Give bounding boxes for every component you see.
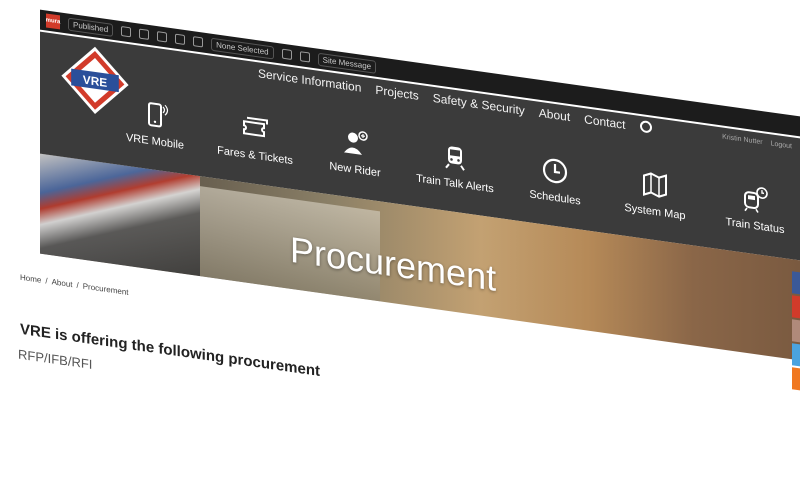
nav-about[interactable]: About [539,106,570,124]
menu-label: New Rider [329,160,381,180]
logout-link[interactable]: Logout [771,140,792,150]
menu-schedules[interactable]: Schedules [510,150,600,211]
hero-train-image [40,153,200,277]
menu-system-map[interactable]: System Map [610,164,700,225]
breadcrumb-about[interactable]: About [52,277,73,289]
nav-contact[interactable]: Contact [584,112,625,132]
content-subheading: RFP/IFB/RFI [18,346,93,372]
menu-train-status[interactable]: Train Status [710,178,800,239]
layout-icon[interactable] [157,31,168,43]
user-area: Kristin Nutter Logout [722,133,792,150]
email-icon[interactable] [792,319,800,343]
selection-dropdown[interactable]: None Selected [211,37,274,59]
search-icon[interactable] [639,119,652,134]
clear-icon[interactable] [299,51,310,63]
breadcrumb: Home / About / Procurement [20,273,129,297]
google-plus-icon[interactable] [792,295,800,319]
site-message-label: Site Message [322,54,372,71]
site-message-button[interactable]: Site Message [317,52,377,74]
facebook-icon[interactable] [792,271,800,295]
settings-icon[interactable] [193,36,204,48]
phone-icon [148,102,169,128]
tickets-icon [243,116,268,138]
menu-label: Train Talk Alerts [416,172,494,196]
clock-icon [542,158,568,184]
add-icon[interactable] [139,28,150,40]
menu-fares-tickets[interactable]: Fares & Tickets [210,108,300,169]
map-icon [643,172,667,198]
rss-icon[interactable] [792,367,800,391]
new-rider-icon [344,131,368,155]
twitter-icon[interactable] [792,343,800,367]
menu-label: VRE Mobile [125,131,185,152]
mobile-preview-icon[interactable] [175,33,186,46]
menu-vre-mobile[interactable]: VRE Mobile [110,93,200,154]
menu-label: Train Status [725,215,785,237]
breadcrumb-current: Procurement [82,281,129,298]
nav-projects[interactable]: Projects [375,83,418,103]
publish-status-label: Published [73,19,109,34]
selection-label: None Selected [216,39,269,57]
cms-logo-icon[interactable]: mura [46,13,60,30]
menu-new-rider[interactable]: New Rider [310,122,400,183]
menu-label: Schedules [529,188,581,208]
breadcrumb-home[interactable]: Home [20,273,41,285]
edit-icon[interactable] [121,26,132,38]
train-alert-icon [445,146,465,171]
content-heading: VRE is offering the following procuremen… [20,320,321,380]
breadcrumb-separator: / [76,280,79,291]
breadcrumb-separator: / [45,276,48,286]
menu-train-talk-alerts[interactable]: Train Talk Alerts [410,136,500,197]
menu-label: Fares & Tickets [217,144,293,168]
user-name[interactable]: Kristin Nutter [722,133,762,146]
train-status-icon [744,187,768,213]
menu-label: System Map [624,201,686,223]
publish-status[interactable]: Published [68,17,114,37]
list-icon[interactable] [281,48,292,60]
